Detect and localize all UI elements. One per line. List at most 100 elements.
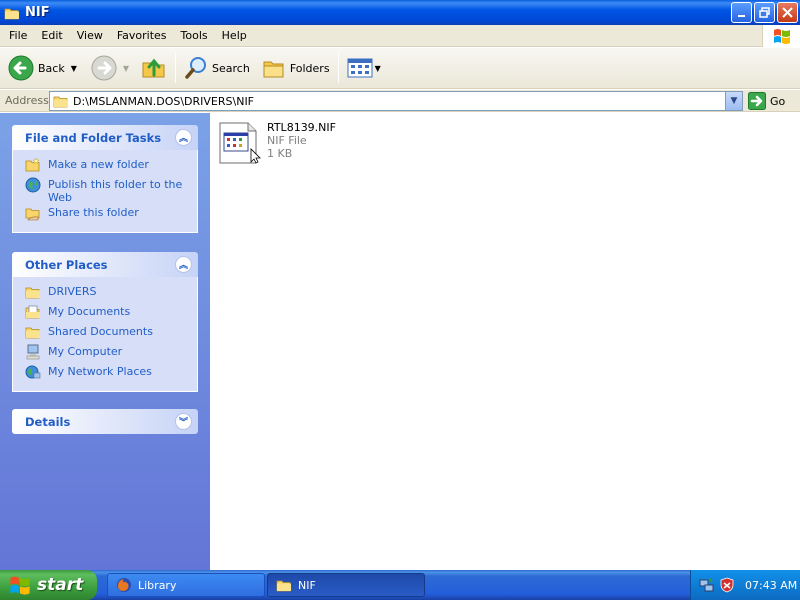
task-label: NIF	[298, 578, 316, 592]
folders-icon	[263, 61, 284, 78]
file-type: NIF File	[267, 134, 307, 147]
file-name: RTL8139.NIF	[267, 121, 336, 134]
minimize-button[interactable]	[731, 2, 752, 23]
address-path: D:\MSLANMAN.DOS\DRIVERS\NIF	[73, 94, 255, 108]
task-label: Make a new folder	[48, 158, 149, 171]
task-label: Publish this folder to the Web	[48, 178, 183, 204]
toolbar: Back ▼ ▼ Search Folders ▼	[0, 48, 800, 89]
place-label: My Documents	[48, 305, 131, 318]
maximize-button[interactable]	[754, 2, 775, 23]
task-share-folder[interactable]: Share this folder	[25, 204, 197, 224]
folder-icon	[25, 287, 40, 299]
close-button[interactable]	[777, 2, 798, 23]
network-icon	[25, 365, 41, 379]
minimize-icon	[737, 14, 745, 17]
task-pane: File and Folder Tasks ︽ Make a new folde…	[0, 113, 210, 570]
up-folder-icon	[142, 58, 165, 78]
file-tasks-header[interactable]: File and Folder Tasks ︽	[12, 125, 198, 150]
collapse-up-icon[interactable]: ︽	[175, 256, 192, 273]
other-places-panel: Other Places ︽ DRIVERS My Documents Shar…	[12, 252, 198, 392]
file-item[interactable]: RTL8139.NIF NIF File 1 KB	[218, 119, 336, 167]
globe-icon	[25, 177, 41, 193]
address-bar: Address D:\MSLANMAN.DOS\DRIVERS\NIF ▼ Go	[0, 90, 800, 112]
place-my-computer[interactable]: My Computer	[25, 343, 197, 363]
forward-button[interactable]: ▼	[87, 52, 133, 84]
folders-label: Folders	[289, 61, 330, 75]
menu-view[interactable]: View	[70, 29, 110, 42]
menu-file[interactable]: File	[0, 29, 34, 42]
back-button[interactable]: Back ▼	[4, 52, 81, 84]
firefox-icon	[117, 578, 131, 592]
details-header[interactable]: Details ︾	[12, 409, 198, 434]
forward-arrow-icon	[91, 55, 117, 81]
start-label: start	[37, 575, 84, 595]
folders-button[interactable]: Folders	[258, 52, 334, 84]
taskbar-item-library[interactable]: Library	[107, 573, 265, 597]
search-icon	[185, 57, 207, 79]
task-label: Share this folder	[48, 206, 139, 219]
task-make-new-folder[interactable]: Make a new folder	[25, 156, 197, 176]
taskbar-item-nif[interactable]: NIF	[267, 573, 425, 597]
place-label: My Computer	[48, 345, 123, 358]
collapse-up-icon[interactable]: ︽	[175, 129, 192, 146]
windows-logo-icon	[762, 25, 800, 47]
menu-help[interactable]: Help	[215, 29, 254, 42]
toolbar-separator	[337, 53, 339, 83]
task-label: Library	[138, 578, 177, 592]
up-folder-button[interactable]	[137, 52, 171, 84]
taskbar: start Library NIF 07:43 AM	[0, 570, 800, 600]
panel-title: Details	[25, 414, 71, 429]
menu-tools[interactable]: Tools	[174, 29, 215, 42]
chevron-down-icon: ▼	[730, 96, 738, 106]
nif-file-icon	[218, 119, 262, 167]
chevron-down-icon[interactable]: ▼	[375, 64, 381, 73]
start-button[interactable]: start	[0, 570, 97, 600]
search-label: Search	[212, 61, 250, 75]
menu-bar: File Edit View Favorites Tools Help	[0, 25, 800, 47]
place-label: Shared Documents	[48, 325, 153, 338]
folder-icon	[53, 96, 68, 108]
toolbar-separator	[175, 53, 177, 83]
panel-title: Other Places	[25, 257, 108, 272]
place-my-documents[interactable]: My Documents	[25, 303, 197, 323]
go-arrow-icon	[748, 92, 766, 110]
expand-down-icon[interactable]: ︾	[175, 413, 192, 430]
address-dropdown-button[interactable]: ▼	[725, 92, 742, 110]
place-shared-documents[interactable]: Shared Documents	[25, 323, 197, 343]
system-tray: 07:43 AM	[690, 570, 800, 600]
address-label: Address	[5, 94, 49, 107]
views-button[interactable]: ▼	[343, 52, 385, 84]
place-label: DRIVERS	[48, 285, 97, 298]
go-button[interactable]: Go	[748, 91, 785, 111]
details-panel: Details ︾	[12, 409, 198, 434]
new-folder-icon	[25, 157, 40, 172]
documents-icon	[25, 305, 40, 319]
security-shield-icon[interactable]	[719, 577, 735, 593]
network-tray-icon[interactable]	[699, 577, 715, 593]
title-bar[interactable]: NIF	[0, 0, 800, 25]
other-places-header[interactable]: Other Places ︽	[12, 252, 198, 277]
address-input[interactable]: D:\MSLANMAN.DOS\DRIVERS\NIF ▼	[49, 91, 743, 111]
menu-edit[interactable]: Edit	[34, 29, 69, 42]
windows-logo-icon	[10, 576, 30, 595]
task-publish-folder[interactable]: Publish this folder to the Web	[25, 176, 197, 204]
menu-favorites[interactable]: Favorites	[110, 29, 174, 42]
folder-icon	[276, 580, 291, 592]
panel-title: File and Folder Tasks	[25, 130, 162, 145]
folder-icon	[25, 327, 40, 339]
back-arrow-icon	[8, 55, 34, 81]
search-button[interactable]: Search	[180, 52, 254, 84]
clock: 07:43 AM	[745, 578, 798, 592]
place-drivers[interactable]: DRIVERS	[25, 283, 197, 303]
chevron-down-icon[interactable]: ▼	[71, 64, 77, 73]
file-list-area[interactable]: RTL8139.NIF NIF File 1 KB	[210, 113, 800, 570]
computer-icon	[26, 344, 40, 360]
file-size: 1 KB	[267, 147, 293, 160]
place-my-network-places[interactable]: My Network Places	[25, 363, 197, 383]
file-tasks-panel: File and Folder Tasks ︽ Make a new folde…	[12, 125, 198, 233]
restore-icon	[758, 6, 770, 18]
views-icon	[347, 58, 373, 78]
folder-icon	[4, 8, 19, 19]
chevron-down-icon: ▼	[122, 63, 130, 73]
place-label: My Network Places	[48, 365, 152, 378]
